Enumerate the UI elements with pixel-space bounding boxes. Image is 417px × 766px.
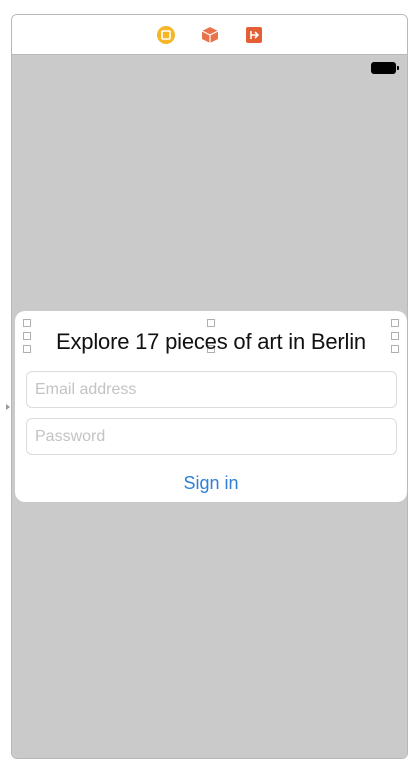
resize-handle[interactable] [207, 319, 215, 327]
scene-dock [12, 15, 407, 55]
resize-handle[interactable] [23, 319, 31, 327]
email-field[interactable] [26, 371, 397, 408]
login-card: Explore 17 pieces of art in Berlin Sign … [15, 311, 407, 502]
resize-handle[interactable] [391, 319, 399, 327]
storyboard-entry-arrow [6, 404, 10, 410]
card-title: Explore 17 pieces of art in Berlin [56, 329, 366, 354]
scene-frame: Explore 17 pieces of art in Berlin Sign … [11, 14, 408, 759]
storyboard-canvas: Explore 17 pieces of art in Berlin Sign … [12, 55, 407, 758]
password-field[interactable] [26, 418, 397, 455]
battery-icon [371, 62, 399, 74]
exit-icon[interactable] [243, 24, 265, 46]
first-responder-icon[interactable] [199, 24, 221, 46]
sign-in-button[interactable]: Sign in [15, 473, 407, 494]
view-controller-icon[interactable] [155, 24, 177, 46]
